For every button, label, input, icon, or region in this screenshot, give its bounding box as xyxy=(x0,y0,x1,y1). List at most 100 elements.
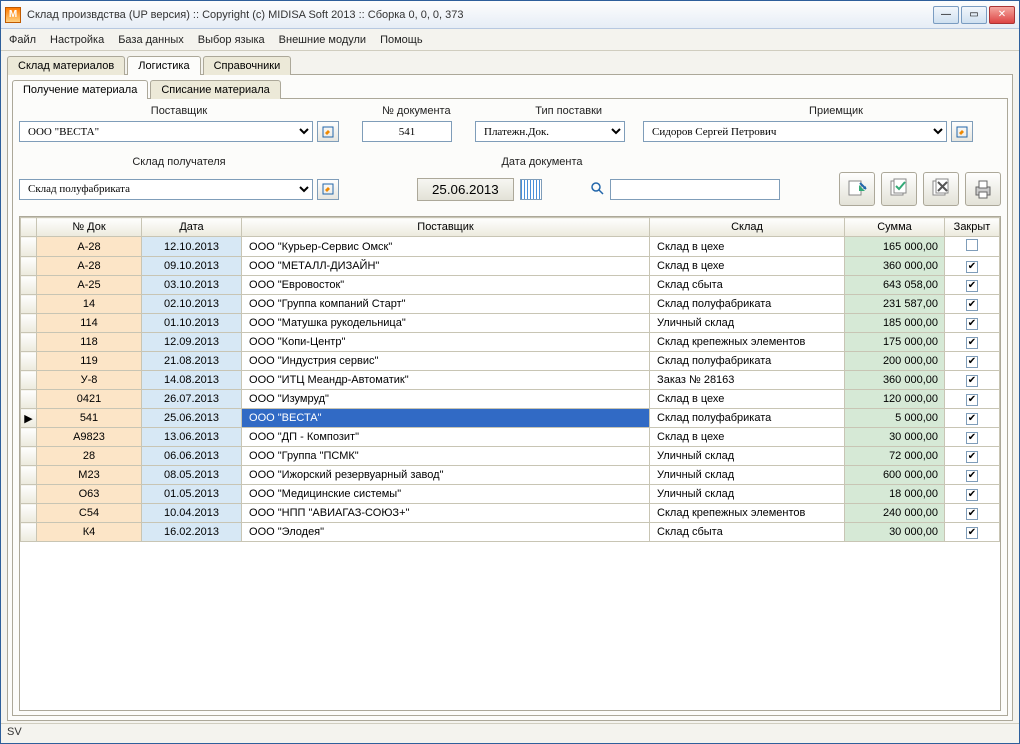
cell-docnum: 28 xyxy=(37,447,142,466)
tab-panel: Получение материала Списание материала П… xyxy=(7,74,1013,721)
supplier-edit-button[interactable] xyxy=(317,121,339,142)
table-row[interactable]: А-2809.10.2013 ООО "МЕТАЛЛ-ДИЗАЙН" Склад… xyxy=(21,257,1000,276)
table-row[interactable]: 2806.06.2013 ООО "Группа "ПСМК" Уличный … xyxy=(21,447,1000,466)
cell-closed[interactable]: ✔ xyxy=(945,314,1000,333)
menu-database[interactable]: База данных xyxy=(118,34,184,46)
calendar-icon[interactable] xyxy=(520,179,542,200)
cell-closed[interactable]: ✔ xyxy=(945,428,1000,447)
delete-stack-icon xyxy=(929,177,953,201)
close-button[interactable]: ✕ xyxy=(989,6,1015,24)
table-row[interactable]: 11401.10.2013 ООО "Матушка рукодельница"… xyxy=(21,314,1000,333)
warehouse-edit-button[interactable] xyxy=(317,179,339,200)
receiver-select[interactable]: Сидоров Сергей Петрович xyxy=(643,121,947,142)
tab-directories[interactable]: Справочники xyxy=(203,56,292,75)
cell-date: 25.06.2013 xyxy=(142,409,242,428)
cell-closed[interactable]: ✔ xyxy=(945,523,1000,542)
row-marker xyxy=(21,504,37,523)
menu-help[interactable]: Помощь xyxy=(380,34,423,46)
docnum-input[interactable] xyxy=(362,121,452,142)
cell-date: 02.10.2013 xyxy=(142,295,242,314)
cell-sum: 360 000,00 xyxy=(845,257,945,276)
row-marker xyxy=(21,314,37,333)
cell-docnum: 114 xyxy=(37,314,142,333)
row-marker xyxy=(21,428,37,447)
cell-supplier: ООО "Элодея" xyxy=(242,523,650,542)
tab-logistics[interactable]: Логистика xyxy=(127,56,200,75)
cell-closed[interactable]: ✔ xyxy=(945,276,1000,295)
subtab-writeoff[interactable]: Списание материала xyxy=(150,80,280,99)
table-row[interactable]: А-2812.10.2013 ООО "Курьер-Сервис Омск" … xyxy=(21,237,1000,257)
menubar: Файл Настройка База данных Выбор языка В… xyxy=(1,29,1019,51)
cell-closed[interactable] xyxy=(945,237,1000,257)
cell-closed[interactable]: ✔ xyxy=(945,352,1000,371)
table-row[interactable]: К416.02.2013 ООО "Элодея" Склад сбыта30 … xyxy=(21,523,1000,542)
menu-language[interactable]: Выбор языка xyxy=(198,34,265,46)
delete-button[interactable] xyxy=(923,172,959,206)
row-marker xyxy=(21,295,37,314)
cell-warehouse: Склад сбыта xyxy=(650,523,845,542)
row-marker xyxy=(21,466,37,485)
cell-closed[interactable]: ✔ xyxy=(945,390,1000,409)
table-row[interactable]: 11921.08.2013 ООО "Индустрия сервис" Скл… xyxy=(21,352,1000,371)
receiver-warehouse-select[interactable]: Склад полуфабриката xyxy=(19,179,313,200)
tab-materials[interactable]: Склад материалов xyxy=(7,56,125,75)
col-date[interactable]: Дата xyxy=(142,218,242,237)
receiver-edit-button[interactable] xyxy=(951,121,973,142)
cell-closed[interactable]: ✔ xyxy=(945,466,1000,485)
cell-closed[interactable]: ✔ xyxy=(945,447,1000,466)
table-row[interactable]: М2308.05.2013 ООО "Ижорский резервуарный… xyxy=(21,466,1000,485)
menu-external[interactable]: Внешние модули xyxy=(279,34,366,46)
col-closed[interactable]: Закрыт xyxy=(945,218,1000,237)
cell-supplier: ООО "Индустрия сервис" xyxy=(242,352,650,371)
table-row[interactable]: ▶54125.06.2013 ООО "ВЕСТА" Склад полуфаб… xyxy=(21,409,1000,428)
search-input[interactable] xyxy=(610,179,780,200)
cell-closed[interactable]: ✔ xyxy=(945,504,1000,523)
add-button[interactable] xyxy=(839,172,875,206)
subtab-receive[interactable]: Получение материала xyxy=(12,80,148,99)
delivery-type-select[interactable]: Платежн.Док. xyxy=(475,121,625,142)
cell-sum: 5 000,00 xyxy=(845,409,945,428)
apply-button[interactable] xyxy=(881,172,917,206)
table-row[interactable]: С5410.04.2013 ООО "НПП "АВИАГАЗ-СОЮЗ+" С… xyxy=(21,504,1000,523)
cell-closed[interactable]: ✔ xyxy=(945,409,1000,428)
table-row[interactable]: 1402.10.2013 ООО "Группа компаний Старт"… xyxy=(21,295,1000,314)
maximize-button[interactable]: ▭ xyxy=(961,6,987,24)
minimize-button[interactable]: — xyxy=(933,6,959,24)
cell-date: 14.08.2013 xyxy=(142,371,242,390)
cell-closed[interactable]: ✔ xyxy=(945,371,1000,390)
cell-supplier: ООО "Евровосток" xyxy=(242,276,650,295)
col-sum[interactable]: Сумма xyxy=(845,218,945,237)
table-row[interactable]: 11812.09.2013 ООО "Копи-Центр" Склад кре… xyxy=(21,333,1000,352)
table-row[interactable]: У-814.08.2013 ООО "ИТЦ Меандр-Автоматик"… xyxy=(21,371,1000,390)
cell-closed[interactable]: ✔ xyxy=(945,333,1000,352)
cell-closed[interactable]: ✔ xyxy=(945,485,1000,504)
search-icon xyxy=(590,181,606,197)
cell-sum: 231 587,00 xyxy=(845,295,945,314)
cell-warehouse: Склад сбыта xyxy=(650,276,845,295)
col-warehouse[interactable]: Склад xyxy=(650,218,845,237)
table-row[interactable]: 042126.07.2013 ООО "Изумруд" Склад в цех… xyxy=(21,390,1000,409)
row-marker xyxy=(21,523,37,542)
cell-sum: 240 000,00 xyxy=(845,504,945,523)
col-supplier[interactable]: Поставщик xyxy=(242,218,650,237)
supplier-select[interactable]: ООО "ВЕСТА" xyxy=(19,121,313,142)
cell-docnum: 119 xyxy=(37,352,142,371)
cell-docnum: С54 xyxy=(37,504,142,523)
menu-file[interactable]: Файл xyxy=(9,34,36,46)
table-row[interactable]: А982313.06.2013 ООО "ДП - Композит" Скла… xyxy=(21,428,1000,447)
menu-settings[interactable]: Настройка xyxy=(50,34,104,46)
cell-date: 06.06.2013 xyxy=(142,447,242,466)
doc-date-button[interactable]: 25.06.2013 xyxy=(417,178,514,201)
cell-sum: 185 000,00 xyxy=(845,314,945,333)
row-marker xyxy=(21,237,37,257)
cell-closed[interactable]: ✔ xyxy=(945,257,1000,276)
cell-date: 09.10.2013 xyxy=(142,257,242,276)
table-row[interactable]: А-2503.10.2013 ООО "Евровосток" Склад сб… xyxy=(21,276,1000,295)
row-marker: ▶ xyxy=(21,409,37,428)
print-button[interactable] xyxy=(965,172,1001,206)
cell-date: 10.04.2013 xyxy=(142,504,242,523)
table-row[interactable]: О6301.05.2013 ООО "Медицинские системы" … xyxy=(21,485,1000,504)
row-header-col xyxy=(21,218,37,237)
cell-closed[interactable]: ✔ xyxy=(945,295,1000,314)
col-docnum[interactable]: № Док xyxy=(37,218,142,237)
